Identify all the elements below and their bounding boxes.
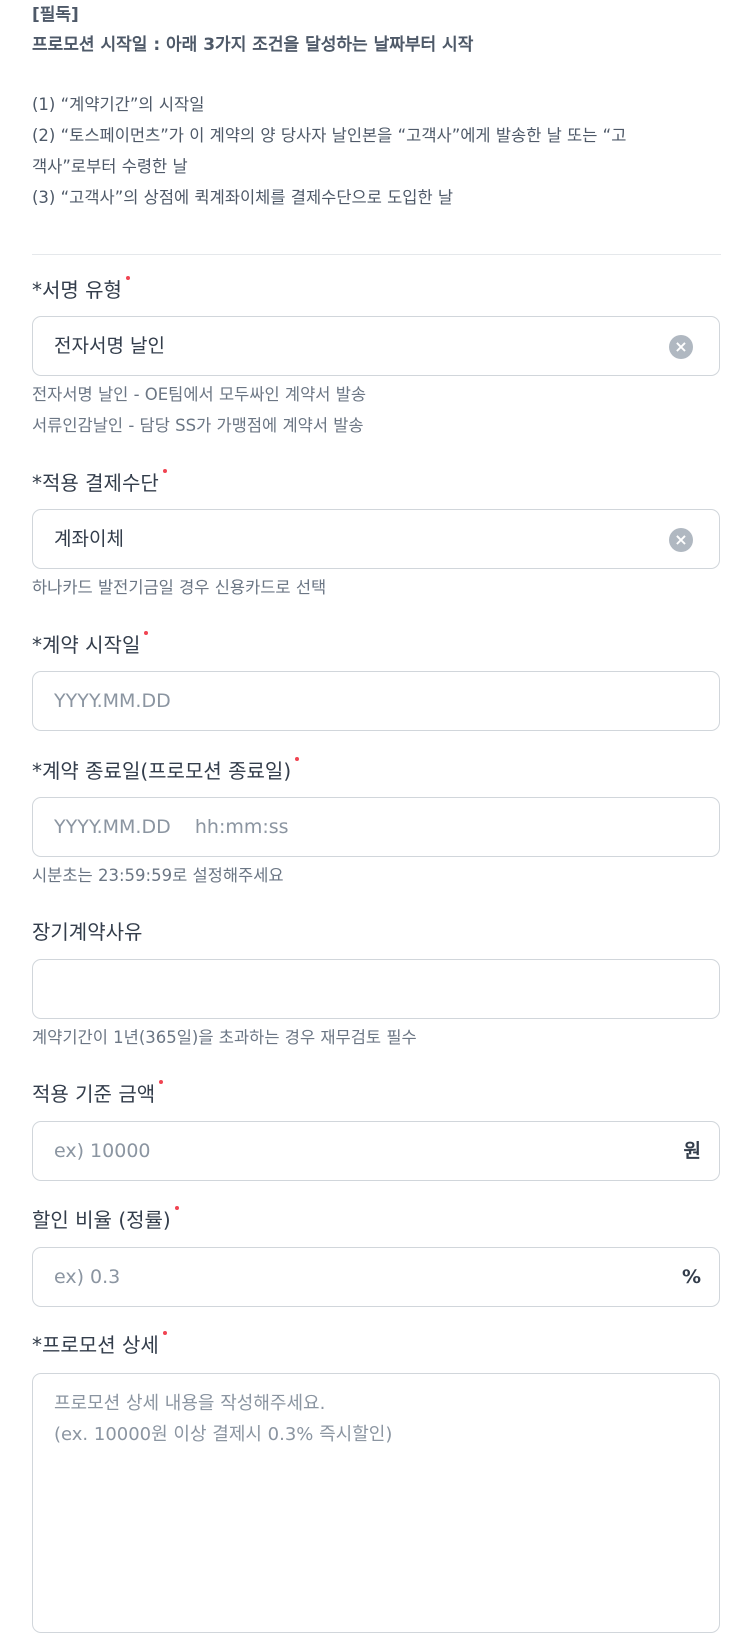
contract-start-label-text: *계약 시작일	[32, 633, 141, 657]
payment-method-label: *적용 결제수단	[32, 469, 167, 497]
required-dot	[125, 276, 130, 280]
long-term-reason-help: 계약기간이 1년(365일)을 초과하는 경우 재무검토 필수	[32, 1028, 417, 1047]
contract-start-label: *계약 시작일	[32, 631, 149, 659]
promotion-detail-placeholder-line-1: 프로모션 상세 내용을 작성해주세요.	[54, 1393, 326, 1414]
contract-start-placeholder: YYYY.MM.DD	[54, 690, 171, 712]
contract-end-placeholder: YYYY.MM.DD hh:mm:ss	[54, 816, 289, 838]
required-dot	[159, 1080, 164, 1084]
discount-rate-unit: %	[681, 1266, 701, 1288]
promotion-detail-placeholder: 프로모션 상세 내용을 작성해주세요. (ex. 10000원 이상 결제시 0…	[54, 1388, 392, 1450]
sign-type-select[interactable]: 전자서명 날인 ×	[32, 316, 720, 376]
notice-tag: [필독]	[32, 5, 79, 25]
discount-rate-label: 할인 비율 (정률)	[32, 1206, 179, 1234]
base-amount-label-text: 적용 기준 금액	[32, 1082, 156, 1106]
base-amount-placeholder: ex) 10000	[54, 1140, 151, 1162]
x-circle-icon[interactable]: ×	[669, 528, 693, 552]
contract-end-label: *계약 종료일(프로모션 종료일)	[32, 757, 300, 785]
contract-end-label-text: *계약 종료일(프로모션 종료일)	[32, 759, 292, 783]
long-term-reason-input[interactable]	[32, 959, 720, 1019]
discount-rate-placeholder: ex) 0.3	[54, 1266, 121, 1288]
contract-end-help: 시분초는 23:59:59로 설정해주세요	[32, 866, 284, 885]
notice-line-4: (3) “고객사”의 상점에 퀵계좌이체를 결제수단으로 도입한 날	[32, 188, 454, 207]
base-amount-label: 적용 기준 금액	[32, 1080, 164, 1108]
discount-rate-input[interactable]: ex) 0.3 %	[32, 1247, 720, 1307]
long-term-reason-label: 장기계약사유	[32, 918, 142, 946]
sign-type-help-2: 서류인감날인 - 담당 SS가 가맹점에 계약서 발송	[32, 416, 364, 435]
notice-line-1: (1) “계약기간”의 시작일	[32, 95, 205, 114]
base-amount-unit: 원	[683, 1140, 701, 1162]
required-dot	[144, 631, 149, 635]
promotion-detail-placeholder-line-2: (ex. 10000원 이상 결제시 0.3% 즉시할인)	[54, 1424, 393, 1445]
required-dot	[295, 757, 300, 761]
notice-line-2: (2) “토스페이먼츠”가 이 계약의 양 당사자 날인본을 “고객사”에게 발…	[32, 126, 627, 145]
promotion-contract-form: [필독] 프로모션 시작일 : 아래 3가지 조건을 달성하는 날짜부터 시작 …	[0, 0, 743, 1633]
x-circle-icon[interactable]: ×	[669, 335, 693, 359]
payment-method-value: 계좌이체	[54, 528, 124, 550]
required-dot	[162, 469, 167, 473]
payment-method-help: 하나카드 발전기금일 경우 신용카드로 선택	[32, 578, 327, 597]
contract-end-input[interactable]: YYYY.MM.DD hh:mm:ss	[32, 797, 720, 857]
payment-method-label-text: *적용 결제수단	[32, 471, 159, 495]
promotion-detail-label: *프로모션 상세	[32, 1331, 167, 1359]
promotion-detail-textarea[interactable]: 프로모션 상세 내용을 작성해주세요. (ex. 10000원 이상 결제시 0…	[32, 1373, 720, 1633]
notice-title: 프로모션 시작일 : 아래 3가지 조건을 달성하는 날짜부터 시작	[32, 35, 474, 55]
sign-type-label-text: *서명 유형	[32, 278, 122, 302]
payment-method-select[interactable]: 계좌이체 ×	[32, 509, 720, 569]
section-divider	[32, 254, 721, 255]
sign-type-help-1: 전자서명 날인 - OE팀에서 모두싸인 계약서 발송	[32, 385, 367, 404]
base-amount-input[interactable]: ex) 10000 원	[32, 1121, 720, 1181]
discount-rate-label-text: 할인 비율 (정률)	[32, 1208, 171, 1232]
contract-start-input[interactable]: YYYY.MM.DD	[32, 671, 720, 731]
required-dot	[174, 1206, 179, 1210]
sign-type-value: 전자서명 날인	[54, 335, 165, 357]
promotion-detail-label-text: *프로모션 상세	[32, 1333, 159, 1357]
notice-line-3: 객사”로부터 수령한 날	[32, 157, 188, 176]
required-dot	[162, 1331, 167, 1335]
long-term-reason-label-text: 장기계약사유	[32, 920, 143, 944]
sign-type-label: *서명 유형	[32, 276, 130, 304]
